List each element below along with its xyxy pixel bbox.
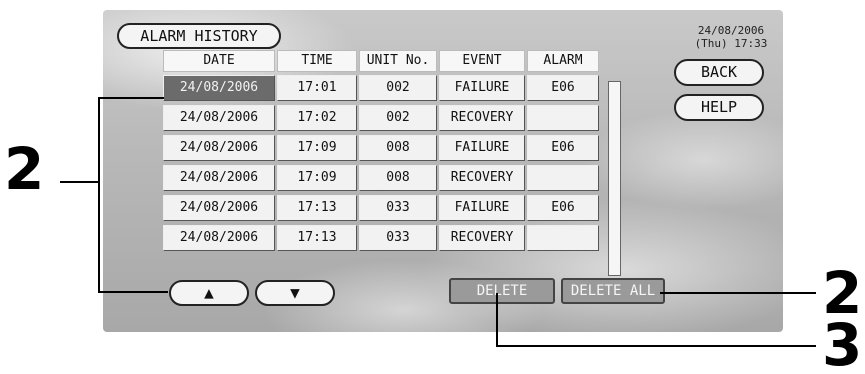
- cell-date[interactable]: 24/08/2006: [163, 75, 275, 101]
- callout-line: [496, 293, 498, 347]
- cell-alarm[interactable]: [527, 165, 599, 191]
- clock-time: (Thu) 17:33: [694, 37, 768, 50]
- cell-time[interactable]: 17:09: [277, 165, 357, 191]
- callout-line: [98, 291, 168, 293]
- table-row[interactable]: 24/08/2006 17:09 008 FAILURE E06: [163, 135, 601, 165]
- table-row[interactable]: 24/08/2006 17:09 008 RECOVERY: [163, 165, 601, 195]
- alarm-history-screen: ALARM HISTORY 24/08/2006 (Thu) 17:33 BAC…: [103, 10, 783, 332]
- header-alarm: ALARM: [527, 50, 599, 72]
- callout-number-left: 2: [4, 135, 45, 203]
- cell-unit-no[interactable]: 008: [359, 135, 437, 161]
- help-button[interactable]: HELP: [674, 94, 764, 121]
- cell-date[interactable]: 24/08/2006: [163, 195, 275, 221]
- back-button[interactable]: BACK: [674, 59, 764, 86]
- alarm-history-table: DATE TIME UNIT No. EVENT ALARM 24/08/200…: [163, 50, 601, 255]
- callout-line: [98, 97, 164, 99]
- table-row[interactable]: 24/08/2006 17:01 002 FAILURE E06: [163, 75, 601, 105]
- callout-line: [660, 292, 816, 294]
- scroll-down-button[interactable]: ▼: [255, 280, 335, 306]
- table-row[interactable]: 24/08/2006 17:02 002 RECOVERY: [163, 105, 601, 135]
- cell-event[interactable]: FAILURE: [439, 135, 525, 161]
- cell-event[interactable]: RECOVERY: [439, 165, 525, 191]
- table-header-row: DATE TIME UNIT No. EVENT ALARM: [163, 50, 601, 75]
- callout-line: [98, 97, 100, 293]
- cell-unit-no[interactable]: 008: [359, 165, 437, 191]
- cell-event[interactable]: RECOVERY: [439, 225, 525, 251]
- header-unit-no: UNIT No.: [359, 50, 437, 72]
- cell-time[interactable]: 17:13: [277, 195, 357, 221]
- callout-line: [496, 345, 816, 347]
- cell-alarm[interactable]: [527, 105, 599, 131]
- cell-alarm[interactable]: E06: [527, 135, 599, 161]
- callout-line: [60, 181, 98, 183]
- cell-unit-no[interactable]: 033: [359, 195, 437, 221]
- cell-time[interactable]: 17:02: [277, 105, 357, 131]
- cell-date[interactable]: 24/08/2006: [163, 165, 275, 191]
- table-body: 24/08/2006 17:01 002 FAILURE E06 24/08/2006 17…: [163, 75, 601, 255]
- cell-date[interactable]: 24/08/2006: [163, 135, 275, 161]
- scroll-up-button[interactable]: ▲: [169, 280, 249, 306]
- cell-event[interactable]: FAILURE: [439, 75, 525, 101]
- cell-date[interactable]: 24/08/2006: [163, 225, 275, 251]
- cell-event[interactable]: RECOVERY: [439, 105, 525, 131]
- callout-number-right-bottom: 3: [822, 311, 863, 374]
- cell-time[interactable]: 17:01: [277, 75, 357, 101]
- header-date: DATE: [163, 50, 275, 72]
- clock-date: 24/08/2006: [697, 24, 765, 37]
- cell-alarm[interactable]: E06: [527, 195, 599, 221]
- table-row[interactable]: 24/08/2006 17:13 033 FAILURE E06: [163, 195, 601, 225]
- header-time: TIME: [277, 50, 357, 72]
- delete-all-button[interactable]: DELETE ALL: [561, 278, 665, 304]
- table-scrollbar[interactable]: [608, 81, 621, 276]
- cell-alarm[interactable]: E06: [527, 75, 599, 101]
- cell-unit-no[interactable]: 002: [359, 105, 437, 131]
- cell-time[interactable]: 17:13: [277, 225, 357, 251]
- cell-alarm[interactable]: [527, 225, 599, 251]
- page-title: ALARM HISTORY: [117, 23, 281, 49]
- table-row[interactable]: 24/08/2006 17:13 033 RECOVERY: [163, 225, 601, 255]
- cell-time[interactable]: 17:09: [277, 135, 357, 161]
- down-arrow-icon: ▼: [290, 283, 300, 302]
- cell-unit-no[interactable]: 002: [359, 75, 437, 101]
- delete-button[interactable]: DELETE: [449, 278, 555, 304]
- cell-unit-no[interactable]: 033: [359, 225, 437, 251]
- cell-date[interactable]: 24/08/2006: [163, 105, 275, 131]
- up-arrow-icon: ▲: [204, 283, 214, 302]
- cell-event[interactable]: FAILURE: [439, 195, 525, 221]
- clock-display: 24/08/2006 (Thu) 17:33: [685, 24, 777, 50]
- header-event: EVENT: [439, 50, 525, 72]
